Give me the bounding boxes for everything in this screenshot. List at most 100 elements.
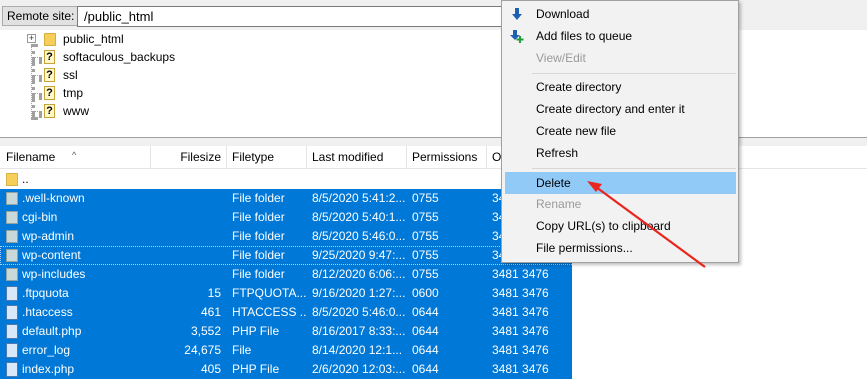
tree-item-label: softaculous_backups — [63, 50, 176, 64]
file-name: error_log — [22, 343, 71, 357]
file-permissions: 0644 — [412, 324, 439, 338]
menu-item-add-files-to-queue[interactable]: Add files to queue — [502, 26, 738, 48]
expand-toggle-icon[interactable]: + — [27, 34, 36, 43]
file-name: wp-content — [22, 248, 81, 262]
download-arrow-icon — [512, 8, 522, 20]
file-type: FTPQUOTA... — [232, 286, 306, 300]
unknown-folder-icon: ? — [44, 86, 55, 100]
file-icon — [6, 286, 18, 301]
file-permissions: 0644 — [412, 362, 439, 376]
tree-branch-line — [32, 57, 42, 61]
tree-item-label: public_html — [63, 30, 124, 48]
file-last-modified: 8/16/2017 8:33:... — [312, 324, 406, 338]
tree-item-label: ssl — [63, 68, 78, 82]
folder-icon — [6, 173, 18, 186]
file-type: PHP File — [232, 324, 280, 338]
column-filename-label: Filename — [6, 150, 56, 164]
file-owner: 3481 3476 — [492, 343, 549, 357]
menu-item-create-directory-and-enter[interactable]: Create directory and enter it — [502, 99, 738, 121]
file-permissions: 0755 — [412, 248, 439, 262]
file-row[interactable]: default.php 3,552 PHP File 8/16/2017 8:33:.… — [0, 322, 572, 341]
remote-path-input[interactable]: /public_html — [77, 6, 517, 27]
menu-item-label: Refresh — [536, 146, 579, 160]
file-row[interactable]: wp-content File folder 9/25/2020 9:47:... 0… — [0, 246, 572, 265]
menu-separator — [532, 73, 736, 74]
file-last-modified: 8/14/2020 12:1... — [312, 343, 403, 357]
file-type: File — [232, 343, 252, 357]
file-row[interactable]: cgi-bin File folder 8/5/2020 5:40:1... 0755… — [0, 208, 572, 227]
folder-icon — [6, 230, 18, 243]
file-name: .htaccess — [22, 305, 73, 319]
file-row[interactable]: wp-admin File folder 8/5/2020 5:46:0... 075… — [0, 227, 572, 246]
tree-item-ssl[interactable]: ? ssl — [0, 66, 160, 84]
file-type: HTACCESS ... — [232, 305, 306, 319]
menu-item-view-edit: View/Edit — [502, 48, 738, 70]
file-last-modified: 9/16/2020 1:27:... — [312, 286, 406, 300]
file-last-modified: 8/5/2020 5:41:2... — [312, 191, 406, 205]
column-filename[interactable]: Filename ^ — [0, 146, 150, 169]
parent-directory-row[interactable]: .. — [0, 170, 572, 189]
file-name: wp-admin — [22, 229, 75, 243]
file-name: cgi-bin — [22, 210, 58, 224]
file-row[interactable]: .well-known File folder 8/5/2020 5:41:2...… — [0, 189, 572, 208]
file-name: .ftpquota — [22, 286, 69, 300]
file-last-modified: 9/25/2020 9:47:... — [312, 248, 406, 262]
column-filesize[interactable]: Filesize — [150, 146, 226, 169]
file-size: 3,552 — [190, 324, 221, 338]
file-owner: 3481 3476 — [492, 305, 549, 319]
file-type: File folder — [232, 191, 285, 205]
menu-item-delete[interactable]: Delete — [505, 172, 736, 194]
tree-item-public-html[interactable]: + public_html — [0, 30, 160, 48]
column-permissions[interactable]: Permissions — [406, 146, 486, 169]
folder-icon — [6, 268, 18, 281]
file-owner: 3481 3476 — [492, 286, 549, 300]
unknown-folder-icon: ? — [44, 68, 55, 82]
file-permissions: 0755 — [412, 267, 439, 281]
tree-branch-line — [32, 93, 42, 97]
menu-item-copy-url[interactable]: Copy URL(s) to clipboard — [502, 216, 738, 238]
file-row[interactable]: .ftpquota 15 FTPQUOTA... 9/16/2020 1:27:...… — [0, 284, 572, 303]
file-row[interactable]: error_log 24,675 File 8/14/2020 12:1... 0644… — [0, 341, 572, 360]
tree-item-www[interactable]: ? www — [0, 102, 160, 120]
menu-item-download[interactable]: Download — [502, 4, 738, 26]
file-last-modified: 8/12/2020 6:06:... — [312, 267, 406, 281]
file-row[interactable]: index.php 405 PHP File 2/6/2020 12:03:... 06… — [0, 360, 572, 379]
menu-separator — [532, 168, 736, 169]
menu-item-create-new-file[interactable]: Create new file — [502, 121, 738, 143]
file-last-modified: 8/5/2020 5:46:0... — [312, 305, 406, 319]
folder-icon — [6, 192, 18, 205]
menu-item-label: Create directory — [536, 80, 622, 94]
file-name: wp-includes — [22, 267, 86, 281]
unknown-folder-icon: ? — [44, 104, 55, 118]
file-type: PHP File — [232, 362, 280, 376]
menu-item-label: Delete — [536, 176, 571, 190]
folder-icon — [6, 211, 18, 224]
file-permissions: 0644 — [412, 305, 439, 319]
menu-item-file-permissions[interactable]: File permissions... — [502, 238, 738, 260]
tree-item-tmp[interactable]: ? tmp — [0, 84, 160, 102]
file-type: File folder — [232, 267, 285, 281]
file-row[interactable]: .htaccess 461 HTACCESS ... 8/5/2020 5:46:0.… — [0, 303, 572, 322]
file-type: File folder — [232, 248, 285, 262]
file-type: File folder — [232, 229, 285, 243]
file-last-modified: 8/5/2020 5:40:1... — [312, 210, 406, 224]
file-owner: 3481 3476 — [492, 267, 549, 281]
menu-item-label: View/Edit — [536, 51, 586, 65]
column-filetype[interactable]: Filetype — [226, 146, 306, 169]
column-last-modified[interactable]: Last modified — [306, 146, 406, 169]
file-size: 461 — [200, 305, 221, 319]
file-icon — [6, 343, 18, 358]
file-permissions: 0644 — [412, 343, 439, 357]
file-size: 15 — [207, 286, 221, 300]
menu-item-label: Create new file — [536, 124, 617, 138]
menu-item-label: Create directory and enter it — [536, 102, 685, 116]
file-name: index.php — [22, 362, 75, 376]
menu-item-refresh[interactable]: Refresh — [502, 143, 738, 165]
context-menu: Download Add files to queue View/Edit Cr… — [501, 0, 739, 263]
file-owner: 3481 3476 — [492, 324, 549, 338]
tree-item-softaculous-backups[interactable]: ? softaculous_backups — [0, 48, 200, 66]
file-size: 24,675 — [184, 343, 221, 357]
menu-item-label: Rename — [536, 197, 582, 211]
file-row[interactable]: wp-includes File folder 8/12/2020 6:06:...… — [0, 265, 572, 284]
menu-item-create-directory[interactable]: Create directory — [502, 77, 738, 99]
